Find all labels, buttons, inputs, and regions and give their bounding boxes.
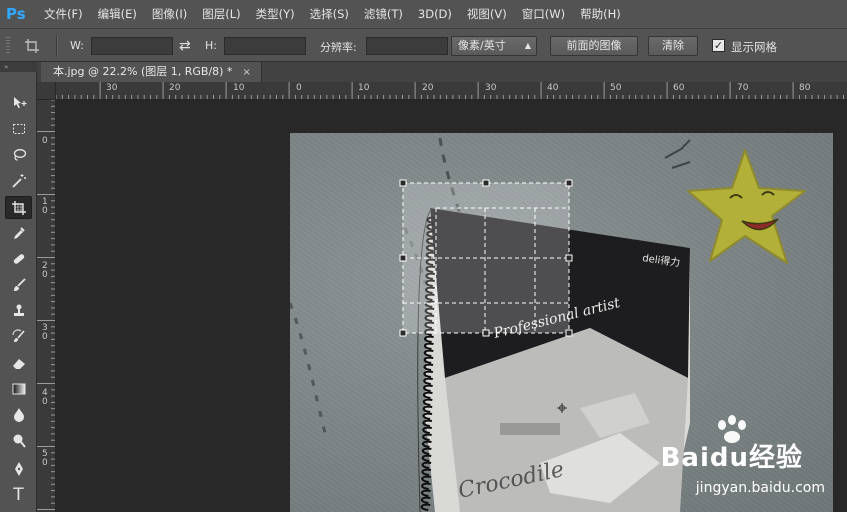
document-canvas[interactable]: deli得力 Professional artist Crocodile Bai… (56, 100, 847, 512)
document-tab-title: 本.jpg @ 22.2% (图层 1, RGB/8) * (53, 65, 233, 78)
ruler-label: 10 (233, 83, 245, 93)
ruler-label: 10 (42, 197, 48, 216)
watermark-url: jingyan.baidu.com (695, 480, 825, 496)
menu-type[interactable]: 类型(Y) (256, 6, 295, 22)
menu-help[interactable]: 帮助(H) (580, 6, 621, 22)
menu-edit[interactable]: 编辑(E) (98, 6, 137, 22)
clear-button[interactable]: 清除 (648, 36, 698, 56)
menu-bar: Ps 文件(F) 编辑(E) 图像(I) 图层(L) 类型(Y) 选择(S) 滤… (0, 0, 847, 28)
ruler-label: 0 (42, 136, 48, 146)
resolution-label: 分辨率: (320, 41, 357, 54)
crop-tool-icon[interactable] (5, 196, 32, 219)
eyedropper-tool-icon[interactable] (5, 222, 32, 245)
height-label: H: (205, 39, 217, 52)
menu-image[interactable]: 图像(I) (152, 6, 187, 22)
brush-tool-icon[interactable] (5, 274, 32, 297)
lasso-tool-icon[interactable] (5, 144, 32, 167)
healing-brush-tool-icon[interactable] (5, 248, 32, 271)
ruler-label: 30 (106, 83, 118, 93)
menu-file[interactable]: 文件(F) (44, 6, 83, 22)
tools-panel-collapse[interactable]: » (0, 62, 37, 72)
ruler-origin[interactable] (37, 82, 56, 100)
show-grid-label: 显示网格 (731, 40, 777, 54)
clone-stamp-tool-icon[interactable] (5, 300, 32, 323)
menu-filter[interactable]: 滤镜(T) (364, 6, 403, 22)
horizontal-ruler[interactable]: 30 20 10 0 10 20 30 40 50 60 70 80 (56, 82, 847, 100)
type-tool-icon[interactable]: T (5, 484, 32, 507)
ruler-label: 0 (296, 83, 302, 93)
history-brush-tool-icon[interactable] (5, 326, 32, 349)
menu-3d[interactable]: 3D(D) (418, 7, 452, 21)
menu-window[interactable]: 窗口(W) (522, 6, 565, 22)
show-grid-checkbox[interactable]: ✓ (712, 39, 725, 52)
pen-tool-icon[interactable] (5, 458, 32, 481)
magic-wand-tool-icon[interactable] (5, 170, 32, 193)
ruler-label: 50 (610, 83, 622, 93)
menu-layer[interactable]: 图层(L) (202, 6, 240, 22)
ruler-label: 30 (485, 83, 497, 93)
ruler-label: 20 (42, 261, 48, 280)
gradient-tool-icon[interactable] (5, 378, 32, 401)
width-field[interactable] (91, 37, 173, 55)
ruler-label: 40 (42, 388, 48, 407)
ruler-label: 60 (673, 83, 685, 93)
ruler-label: 20 (169, 83, 181, 93)
ruler-label: 10 (358, 83, 370, 93)
select-arrows-icon: ▲ (524, 41, 531, 50)
options-separator (56, 35, 58, 57)
ruler-label: 50 (42, 449, 48, 468)
swap-dimensions-icon[interactable]: ⇄ (179, 38, 191, 54)
move-tool-icon[interactable] (5, 92, 32, 115)
ruler-label: 30 (42, 323, 48, 342)
photoshop-logo: Ps (6, 5, 26, 23)
eraser-tool-icon[interactable] (5, 352, 32, 375)
dodge-tool-icon[interactable] (5, 430, 32, 453)
marquee-tool-icon[interactable] (5, 118, 32, 141)
watermark-logo: Baidu经验 (660, 443, 803, 473)
blur-tool-icon[interactable] (5, 404, 32, 427)
close-tab-icon[interactable]: × (242, 67, 250, 78)
ruler-label: 70 (737, 83, 749, 93)
resolution-field[interactable] (366, 37, 448, 55)
front-image-button[interactable]: 前面的图像 (550, 36, 638, 56)
ruler-label: 80 (799, 83, 811, 93)
width-label: W: (70, 39, 84, 52)
vertical-ruler[interactable]: 0 10 20 30 40 50 (37, 100, 56, 512)
crop-preset-icon[interactable] (24, 38, 40, 54)
ruler-label: 20 (422, 83, 434, 93)
menu-view[interactable]: 视图(V) (467, 6, 507, 22)
options-grip[interactable] (6, 37, 10, 55)
options-bar: W: ⇄ H: 分辨率: 像素/英寸 ▲ 前面的图像 清除 ✓ 显示网格 (0, 28, 847, 62)
height-field[interactable] (224, 37, 306, 55)
photo-layer[interactable]: deli得力 Professional artist Crocodile Bai… (290, 133, 833, 512)
resolution-unit-select[interactable]: 像素/英寸 ▲ (451, 36, 537, 56)
tools-panel: » T (0, 62, 37, 512)
document-tab[interactable]: 本.jpg @ 22.2% (图层 1, RGB/8) * × (41, 62, 262, 82)
document-tab-strip: 本.jpg @ 22.2% (图层 1, RGB/8) * × (37, 62, 847, 82)
menu-select[interactable]: 选择(S) (310, 6, 349, 22)
ruler-label: 40 (547, 83, 559, 93)
resolution-unit-value: 像素/英寸 (458, 39, 506, 52)
